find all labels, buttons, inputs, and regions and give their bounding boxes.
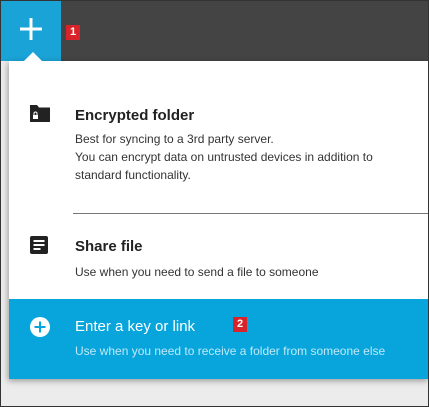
menu-item-title: Enter a key or link [75, 318, 196, 335]
description-line: You can encrypt data on untrusted device… [75, 150, 373, 164]
menu-item-encrypted-folder[interactable]: Encrypted folder Best for syncing to a 3… [9, 91, 428, 201]
plus-icon [20, 18, 42, 40]
description-line: standard functionality. [75, 168, 191, 182]
add-dropdown-menu: Encrypted folder Best for syncing to a 3… [9, 52, 428, 379]
menu-item-description: Use when you need to send a file to some… [75, 265, 319, 279]
document-icon [29, 235, 49, 260]
menu-item-enter-key-or-link[interactable]: Enter a key or link Use when you need to… [9, 299, 428, 379]
menu-caret [23, 52, 43, 62]
app-window: 1 Encrypted folder Best for syncing to a… [0, 0, 429, 407]
annotation-badge-1: 1 [66, 25, 80, 40]
folder-lock-icon [29, 103, 51, 128]
menu-item-title: Share file [75, 238, 143, 255]
plus-circle-icon [29, 316, 51, 343]
menu-item-share-file[interactable]: Share file Use when you need to send a f… [9, 223, 428, 293]
top-toolbar: 1 [1, 1, 428, 61]
menu-item-description: Best for syncing to a 3rd party server. … [75, 130, 373, 184]
menu-item-title: Encrypted folder [75, 107, 195, 124]
annotation-badge-2: 2 [233, 317, 247, 332]
menu-item-description: Use when you need to receive a folder fr… [75, 344, 386, 358]
menu-divider [73, 213, 428, 214]
description-line: Best for syncing to a 3rd party server. [75, 132, 274, 146]
